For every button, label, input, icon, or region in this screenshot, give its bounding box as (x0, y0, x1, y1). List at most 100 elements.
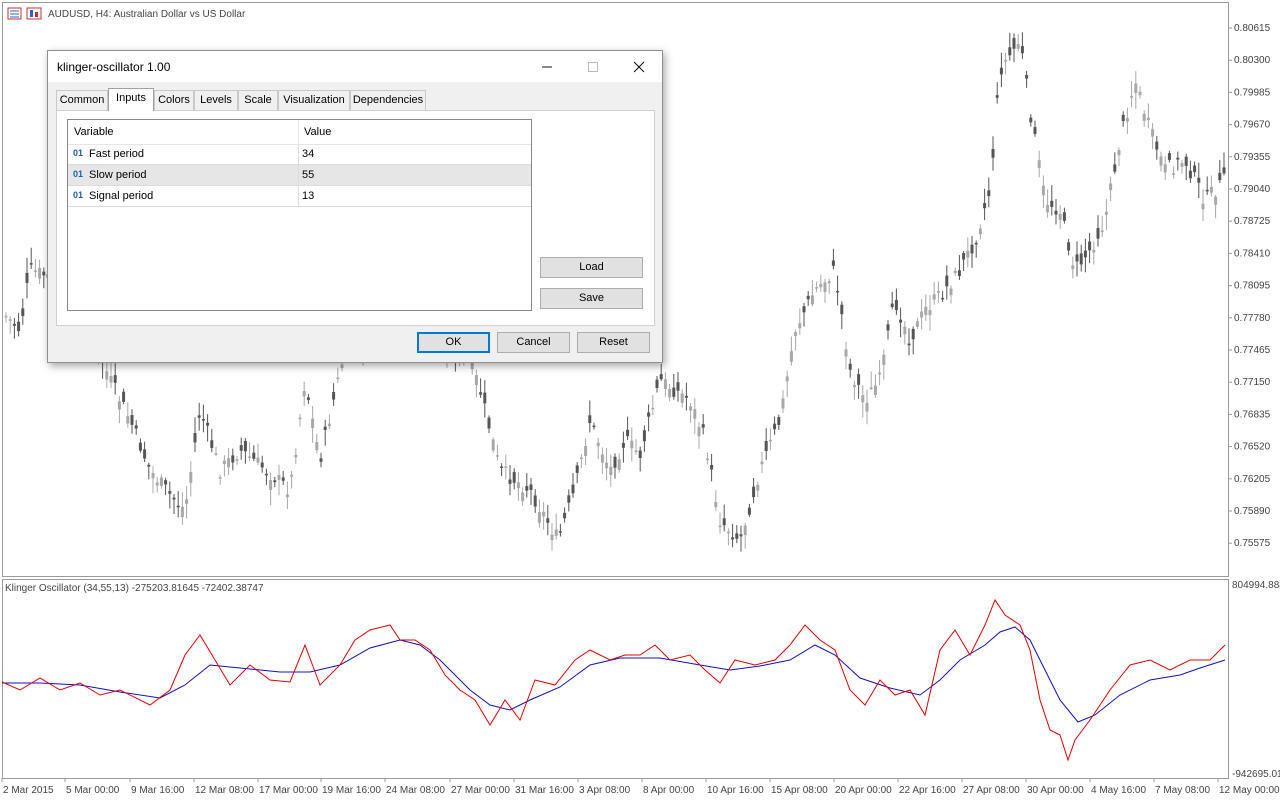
price-label: 0.78410 (1234, 248, 1271, 259)
time-label: 12 Mar 08:00 (195, 785, 254, 796)
candle (630, 427, 634, 462)
candle (239, 437, 243, 460)
candle (201, 404, 205, 433)
row-value[interactable]: 55 (302, 169, 314, 181)
candle (525, 473, 529, 498)
time-label: 7 May 08:00 (1155, 785, 1210, 796)
candle (1159, 151, 1163, 172)
cancel-button[interactable]: Cancel (497, 332, 570, 353)
candle (189, 461, 193, 497)
candle (819, 274, 823, 292)
candle (1121, 111, 1125, 127)
column-variable[interactable]: Variable (74, 126, 114, 138)
maximize-button (570, 51, 616, 82)
candle (550, 523, 554, 551)
candle (294, 448, 298, 464)
tab-levels[interactable]: Levels (194, 90, 238, 110)
candle (147, 462, 151, 480)
candle (613, 453, 617, 479)
candle (491, 437, 495, 453)
candle (827, 278, 831, 294)
close-icon (633, 61, 645, 72)
candle (1067, 238, 1071, 256)
ok-button[interactable]: OK (417, 332, 490, 353)
candle (626, 416, 630, 441)
tab-inputs[interactable]: Inputs (108, 88, 154, 111)
candle (609, 454, 613, 487)
candle (164, 477, 168, 495)
candle (495, 444, 499, 461)
candle (1054, 198, 1058, 225)
time-axis: 2 Mar 2015 5 Mar 00:00 9 Mar 16:00 12 Mar 0… (1, 778, 1280, 796)
close-button[interactable] (616, 51, 662, 82)
candle (1113, 152, 1117, 174)
time-label: 12 May 00:00 (1219, 785, 1280, 796)
table-header: Variable Value (68, 120, 531, 145)
indicator-label: Klinger Oscillator (34,55,13) -275203.81… (5, 583, 264, 594)
candle (920, 298, 924, 330)
candle (1125, 107, 1129, 134)
row-value[interactable]: 34 (302, 148, 314, 160)
save-button[interactable]: Save (540, 288, 643, 309)
tab-colors[interactable]: Colors (154, 90, 194, 110)
column-separator[interactable] (298, 120, 299, 144)
maximize-icon (588, 61, 598, 72)
time-label: 15 Apr 08:00 (771, 785, 828, 796)
price-label: 0.79670 (1234, 120, 1271, 131)
candle (567, 489, 571, 512)
candle (676, 372, 680, 402)
dialog-titlebar[interactable]: klinger-oscillator 1.00 (48, 51, 662, 82)
candle (126, 402, 130, 428)
candle (571, 473, 575, 498)
inputs-panel: Variable Value 01 Fast period 34 01 Slow… (56, 110, 655, 326)
candle (508, 465, 512, 496)
candle (840, 301, 844, 330)
candle (869, 371, 873, 390)
integer-type-icon: 01 (73, 190, 84, 200)
candle (336, 367, 340, 384)
tab-scale[interactable]: Scale (238, 90, 278, 110)
time-label: 27 Mar 00:00 (451, 785, 510, 796)
inputs-table: Variable Value 01 Fast period 34 01 Slow… (67, 119, 532, 311)
candle (537, 499, 541, 528)
tab-common[interactable]: Common (56, 90, 108, 110)
load-button[interactable]: Load (540, 257, 643, 278)
candle (315, 433, 319, 454)
candle (878, 359, 882, 386)
minimize-button[interactable] (524, 51, 570, 82)
price-label: 0.76205 (1234, 474, 1271, 485)
candle (1029, 114, 1033, 127)
table-row-fast-period[interactable]: 01 Fast period 34 (68, 144, 531, 165)
column-value[interactable]: Value (304, 126, 331, 138)
candle (1134, 71, 1138, 109)
candle (42, 267, 46, 289)
table-row-slow-period[interactable]: 01 Slow period 55 (68, 165, 531, 186)
window-title: AUDUSD, H4: Australian Dollar vs US Doll… (48, 9, 246, 20)
chart-type-icon[interactable] (26, 7, 42, 20)
time-label: 9 Mar 16:00 (131, 785, 185, 796)
candle (714, 490, 718, 512)
candle (500, 463, 504, 477)
tab-dependencies[interactable]: Dependencies (350, 90, 426, 110)
candle (483, 380, 487, 418)
candle (810, 279, 814, 307)
candle (579, 454, 583, 469)
reset-button[interactable]: Reset (577, 332, 650, 353)
candle (991, 136, 995, 171)
candle (1172, 166, 1176, 179)
chart-list-icon[interactable] (7, 7, 22, 20)
candle (109, 361, 113, 389)
time-label: 17 Mar 00:00 (259, 785, 318, 796)
row-value[interactable]: 13 (302, 190, 314, 202)
candle (941, 290, 945, 302)
table-row-signal-period[interactable]: 01 Signal period 13 (68, 186, 531, 207)
candle (512, 468, 516, 490)
candle (1222, 152, 1226, 176)
candle (1100, 215, 1104, 237)
candle (1163, 156, 1167, 180)
candle (605, 448, 609, 481)
candle (781, 390, 785, 413)
candle (1071, 256, 1075, 279)
tab-visualization[interactable]: Visualization (278, 90, 350, 110)
candle (151, 466, 155, 494)
